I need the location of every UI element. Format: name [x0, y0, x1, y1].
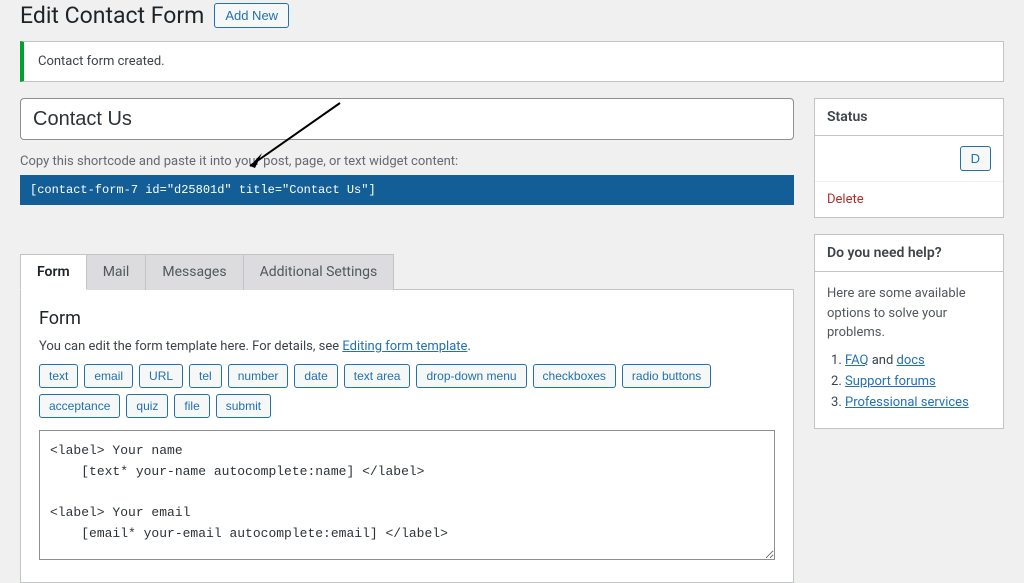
- tag-text-button[interactable]: text: [39, 364, 78, 388]
- shortcode-instruction: Copy this shortcode and paste it into yo…: [20, 154, 794, 169]
- tab-messages[interactable]: Messages: [146, 254, 243, 290]
- tab-mail[interactable]: Mail: [87, 254, 147, 290]
- support-forums-link[interactable]: Support forums: [845, 374, 936, 389]
- tab-form[interactable]: Form: [20, 254, 87, 290]
- tag-checkboxes-button[interactable]: checkboxes: [533, 364, 616, 388]
- docs-link[interactable]: docs: [897, 353, 925, 368]
- tag-acceptance-button[interactable]: acceptance: [39, 394, 120, 418]
- faq-link[interactable]: FAQ: [845, 353, 868, 368]
- tag-dropdown-button[interactable]: drop-down menu: [416, 364, 526, 388]
- tag-tel-button[interactable]: tel: [189, 364, 222, 388]
- add-new-button[interactable]: Add New: [214, 3, 289, 28]
- tag-button-row: text email URL tel number date text area…: [39, 364, 775, 418]
- form-panel-description: You can edit the form template here. For…: [39, 339, 775, 354]
- tab-panel-form: Form You can edit the form template here…: [20, 289, 794, 583]
- help-intro: Here are some available options to solve…: [827, 284, 991, 343]
- notice-text: Contact form created.: [38, 54, 165, 69]
- tag-email-button[interactable]: email: [84, 364, 133, 388]
- tag-quiz-button[interactable]: quiz: [126, 394, 168, 418]
- success-notice: Contact form created.: [20, 41, 1004, 82]
- tab-list: Form Mail Messages Additional Settings: [20, 254, 794, 290]
- duplicate-button[interactable]: D: [960, 146, 991, 171]
- shortcode-display[interactable]: [contact-form-7 id="d25801d" title="Cont…: [20, 175, 794, 205]
- help-item-professional: Professional services: [845, 395, 991, 410]
- help-item-faq-docs: FAQ and docs: [845, 353, 991, 368]
- tag-number-button[interactable]: number: [228, 364, 289, 388]
- form-title-input[interactable]: [20, 98, 794, 140]
- status-heading: Status: [815, 99, 1003, 136]
- tag-date-button[interactable]: date: [294, 364, 337, 388]
- editing-template-link[interactable]: Editing form template: [342, 339, 467, 354]
- tab-additional-settings[interactable]: Additional Settings: [244, 254, 395, 290]
- help-postbox: Do you need help? Here are some availabl…: [814, 234, 1004, 429]
- status-postbox: Status D Delete: [814, 98, 1004, 218]
- help-heading: Do you need help?: [815, 235, 1003, 272]
- tag-textarea-button[interactable]: text area: [344, 364, 411, 388]
- page-title: Edit Contact Form: [20, 2, 204, 29]
- help-item-support: Support forums: [845, 374, 991, 389]
- form-template-textarea[interactable]: [39, 430, 775, 560]
- tag-submit-button[interactable]: submit: [216, 394, 271, 418]
- tag-radio-button[interactable]: radio buttons: [622, 364, 711, 388]
- professional-services-link[interactable]: Professional services: [845, 395, 969, 410]
- delete-link[interactable]: Delete: [815, 182, 876, 217]
- form-panel-heading: Form: [39, 308, 775, 329]
- tag-url-button[interactable]: URL: [139, 364, 183, 388]
- tag-file-button[interactable]: file: [174, 394, 209, 418]
- help-link-list: FAQ and docs Support forums Professional…: [827, 353, 991, 410]
